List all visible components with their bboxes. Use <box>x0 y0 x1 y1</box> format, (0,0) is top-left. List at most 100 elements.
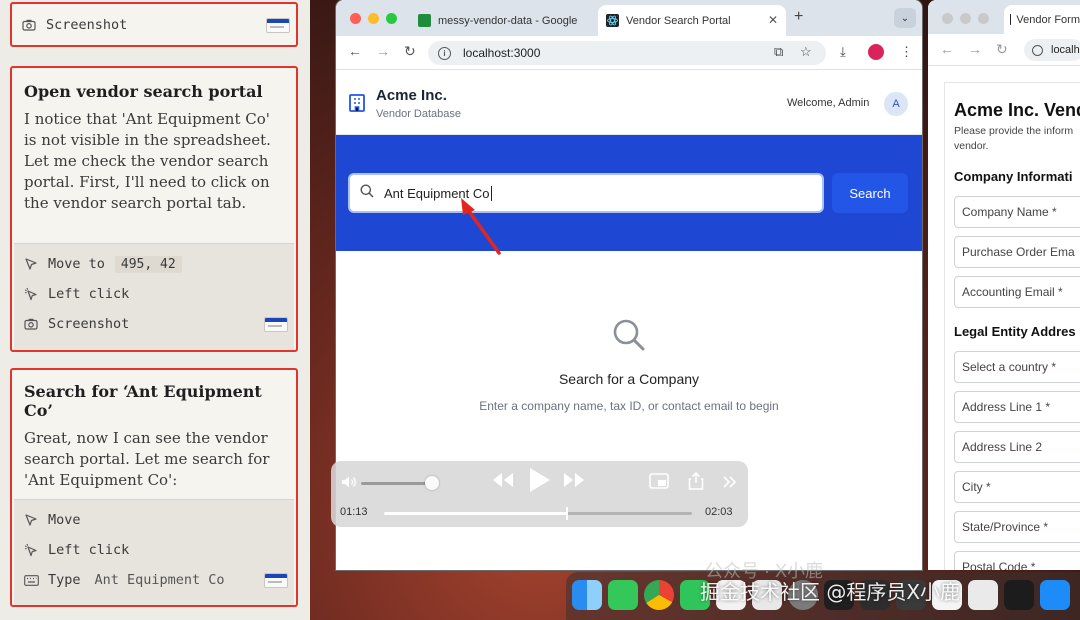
city-field[interactable]: City * <box>954 471 1080 503</box>
volume-icon[interactable] <box>341 475 357 494</box>
address-bar[interactable]: i localhost:3000 <box>428 41 826 65</box>
app-icon[interactable] <box>1004 580 1034 610</box>
step-card-open-portal: Open vendor search portal I notice that … <box>10 66 298 352</box>
camera-icon <box>20 16 38 34</box>
back-arrow-icon[interactable]: ← <box>348 43 362 59</box>
fast-forward-icon[interactable] <box>562 471 586 494</box>
card-body: Great, now I can see the vendor search p… <box>24 429 270 489</box>
sheets-icon <box>418 14 431 27</box>
tab-spreadsheet[interactable]: messy-vendor-data - Google <box>410 5 598 36</box>
minimize-window-button[interactable] <box>960 13 971 24</box>
rewind-icon[interactable] <box>491 471 515 494</box>
minimize-window-button[interactable] <box>368 13 379 24</box>
user-avatar[interactable]: A <box>884 92 908 116</box>
step-label: Left click <box>48 542 130 558</box>
volume-knob[interactable] <box>425 476 439 490</box>
screenshot-thumbnail[interactable] <box>264 317 288 332</box>
accounting-email-field[interactable]: Accounting Email * <box>954 276 1080 308</box>
brand-subtitle: Vendor Database <box>376 108 462 120</box>
react-icon <box>606 14 619 27</box>
zoom-window-button[interactable] <box>386 13 397 24</box>
play-icon[interactable] <box>528 467 552 498</box>
volume-slider[interactable] <box>361 482 431 485</box>
magnifier-icon <box>612 318 646 357</box>
download-icon[interactable]: ⤓ <box>840 44 846 60</box>
screenshot-thumbnail[interactable] <box>266 18 290 33</box>
state-province-field[interactable]: State/Province * <box>954 511 1080 543</box>
browser-toolbar: ← → ↻ i localhost:3000 ⧉ ☆ ⤓ ⋮ <box>336 36 922 70</box>
address-bar[interactable]: localh <box>1024 39 1080 61</box>
forward-arrow-icon[interactable]: → <box>968 41 982 57</box>
card-title: Open vendor search portal <box>24 82 263 101</box>
card-title: Search for ‘Ant Equipment Co’ <box>24 382 262 420</box>
tab-vendor-search-portal[interactable]: Vendor Search Portal ✕ <box>598 5 786 36</box>
back-arrow-icon[interactable]: ← <box>940 41 954 57</box>
cast-icon[interactable]: ⧉ <box>774 44 783 60</box>
section-legal-address: Legal Entity Addres <box>954 324 1076 339</box>
total-time: 02:03 <box>705 506 733 518</box>
volume-fill <box>361 482 431 485</box>
address-line2-field[interactable]: Address Line 2 <box>954 431 1080 463</box>
tab-bar: messy-vendor-data - Google Vendor Search… <box>336 0 922 36</box>
address-line1-field[interactable]: Address Line 1 * <box>954 391 1080 423</box>
screenshot-thumbnail[interactable] <box>264 573 288 588</box>
forward-arrow-icon[interactable]: → <box>376 43 390 59</box>
step-card-screenshot: Screenshot <box>10 2 298 47</box>
country-select[interactable]: Select a country * <box>954 351 1080 383</box>
search-icon <box>360 184 374 203</box>
close-window-button[interactable] <box>942 13 953 24</box>
zoom-window-button[interactable] <box>978 13 989 24</box>
step-screenshot: Screenshot <box>22 313 286 335</box>
form-title: Acme Inc. Vendo <box>954 100 1080 120</box>
progress-playhead[interactable] <box>565 507 568 520</box>
playback-progress-bar[interactable] <box>384 507 692 520</box>
bookmark-star-icon[interactable]: ☆ <box>800 44 812 60</box>
step-move: Move <box>22 509 286 531</box>
step-move: Move to 495, 42 <box>22 253 286 275</box>
step-card-search: Search for ‘Ant Equipment Co’ Great, now… <box>10 368 298 607</box>
app-store-icon[interactable] <box>1040 580 1070 610</box>
tab-vendor-form[interactable]: Vendor Form <box>1004 5 1080 34</box>
search-button[interactable]: Search <box>832 173 908 213</box>
tab-search-button[interactable]: ⌄ <box>894 8 916 28</box>
form-subtitle: Please provide the inform vendor. <box>954 125 1074 152</box>
url-text: localh <box>1051 44 1080 56</box>
progress-fill <box>384 512 567 515</box>
purchase-order-email-field[interactable]: Purchase Order Ema <box>954 236 1080 268</box>
card-body: I notice that 'Ant Equipment Co' is not … <box>24 110 271 212</box>
tab-label: Vendor Form <box>1016 13 1080 26</box>
reload-icon[interactable]: ↻ <box>996 41 1008 58</box>
site-info-icon[interactable]: i <box>438 46 451 60</box>
empty-state-title: Search for a Company <box>558 371 700 387</box>
step-coordinates: 495, 42 <box>114 255 182 273</box>
postal-code-field[interactable]: Postal Code * <box>954 551 1080 570</box>
step-label: Move <box>48 512 81 528</box>
picture-in-picture-icon[interactable] <box>649 473 669 494</box>
close-window-button[interactable] <box>350 13 361 24</box>
company-name-field[interactable]: Company Name * <box>954 196 1080 228</box>
click-cursor-icon <box>22 541 40 559</box>
profile-avatar[interactable] <box>868 44 884 60</box>
building-icon <box>348 93 366 118</box>
step-left-click: Left click <box>22 539 286 561</box>
reload-icon[interactable]: ↻ <box>404 43 416 60</box>
step-left-click: Left click <box>22 283 286 305</box>
company-search-input[interactable]: Ant Equipment Co <box>348 173 824 213</box>
url-text: localhost:3000 <box>463 46 541 60</box>
share-icon[interactable] <box>688 471 704 495</box>
messages-icon[interactable] <box>608 580 638 610</box>
video-player-controls: 01:13 02:03 <box>331 461 748 527</box>
new-tab-button[interactable]: + <box>794 8 803 26</box>
chrome-icon[interactable] <box>644 580 674 610</box>
search-hero: Ant Equipment Co Search <box>336 135 922 251</box>
more-controls-icon[interactable] <box>722 473 738 494</box>
preview-icon[interactable] <box>968 580 998 610</box>
watermark-text: 掘金技术社区 @程序员X小鹿 <box>700 580 961 604</box>
close-tab-icon[interactable]: ✕ <box>768 13 778 27</box>
site-info-icon <box>1032 44 1043 56</box>
step-label: Move to <box>48 256 105 272</box>
step-screenshot: Screenshot <box>20 14 288 36</box>
finder-icon[interactable] <box>572 580 602 610</box>
more-menu-icon[interactable]: ⋮ <box>900 44 913 60</box>
cursor-icon <box>22 255 40 273</box>
